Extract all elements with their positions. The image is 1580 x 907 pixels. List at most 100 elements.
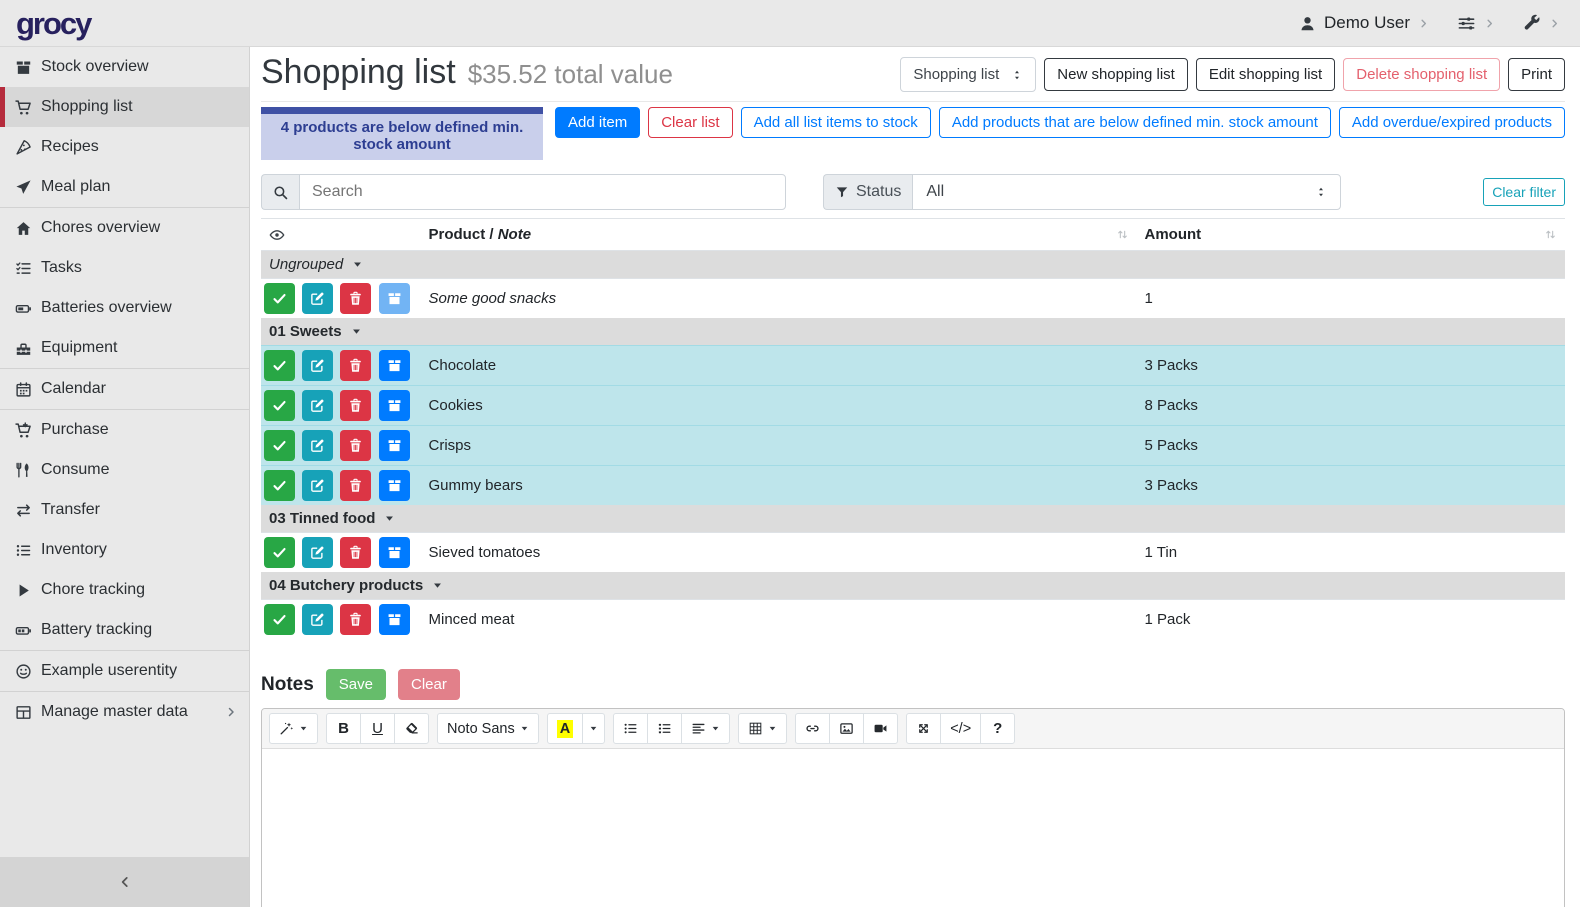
paragraph-align-button[interactable] [681,713,730,744]
caret-down-icon [589,724,598,733]
help-button[interactable]: ? [980,713,1015,744]
add-below-min-stock-button[interactable]: Add products that are below defined min.… [939,107,1331,138]
sidebar-item-transfer[interactable]: Transfer [0,490,249,530]
status-filter-select[interactable]: All [912,174,1341,210]
group-toggle[interactable]: 04 Butchery products [269,577,443,594]
sidebar-item-equipment[interactable]: Equipment [0,328,249,368]
print-button[interactable]: Print [1508,58,1565,91]
sidebar-item-chore-tracking[interactable]: Chore tracking [0,570,249,610]
add-all-to-stock-button[interactable]: Add all list items to stock [741,107,931,138]
mark-done-button[interactable] [264,283,295,314]
sidebar-item-purchase[interactable]: Purchase [0,410,249,450]
edit-item-button[interactable] [302,430,333,461]
smile-icon [15,663,32,680]
unordered-list-button[interactable] [613,713,648,744]
mark-done-button[interactable] [264,390,295,421]
search-input[interactable] [299,174,786,210]
mark-done-button[interactable] [264,430,295,461]
add-to-stock-button[interactable] [379,390,410,421]
add-to-stock-icon [387,398,402,413]
delete-item-button[interactable] [340,430,371,461]
mark-done-button[interactable] [264,604,295,635]
edit-shopping-list-button[interactable]: Edit shopping list [1196,58,1335,91]
add-item-button[interactable]: Add item [555,107,640,138]
underline-button[interactable]: U [360,713,395,744]
font-family-button[interactable]: Noto Sans [437,713,539,744]
add-to-stock-button[interactable] [379,430,410,461]
shopping-list-select-value: Shopping list [913,66,999,83]
sidebar-item-calendar[interactable]: Calendar [0,369,249,409]
mark-done-button[interactable] [264,350,295,381]
delete-item-button[interactable] [340,604,371,635]
group-toggle[interactable]: 03 Tinned food [269,510,395,527]
sidebar-item-manage-master-data[interactable]: Manage master data [0,692,249,732]
add-to-stock-button[interactable] [379,537,410,568]
add-to-stock-button[interactable] [379,470,410,501]
edit-item-button[interactable] [302,537,333,568]
edit-item-button[interactable] [302,283,333,314]
sidebar-item-shopping-list[interactable]: Shopping list [0,87,249,127]
clear-list-button[interactable]: Clear list [648,107,732,138]
sidebar-item-chores-overview[interactable]: Chores overview [0,208,249,248]
code-view-button[interactable]: </> [940,713,981,744]
sidebar-item-battery-tracking[interactable]: Battery tracking [0,610,249,650]
sidebar-item-example-userentity[interactable]: Example userentity [0,651,249,691]
insert-video-button[interactable] [863,713,898,744]
ordered-list-button[interactable] [647,713,682,744]
sidebar-item-recipes[interactable]: Recipes [0,127,249,167]
check-icon [272,478,287,493]
delete-item-button[interactable] [340,537,371,568]
column-amount-header[interactable]: Amount [1137,219,1565,251]
group-toggle[interactable]: 01 Sweets [269,323,362,340]
column-product-note-header[interactable]: Product / Note [421,219,1137,251]
sidebar-item-consume[interactable]: Consume [0,450,249,490]
insert-table-button[interactable] [738,713,787,744]
sidebar-item-stock-overview[interactable]: Stock overview [0,47,249,87]
sidebar-item-tasks[interactable]: Tasks [0,248,249,288]
column-visibility-header[interactable] [261,219,421,251]
admin-menu[interactable] [1523,14,1560,32]
group-name: 01 Sweets [269,323,342,340]
sidebar-item-batteries-overview[interactable]: Batteries overview [0,288,249,328]
insert-image-button[interactable] [829,713,864,744]
total-value: $35.52 total value [468,59,673,90]
remove-format-button[interactable] [394,713,429,744]
style-magic-button[interactable] [269,713,318,744]
column-product-label: Product [429,226,486,243]
font-color-caret-button[interactable] [582,713,605,744]
insert-link-button[interactable] [795,713,830,744]
notes-clear-button[interactable]: Clear [398,669,460,700]
shopping-list-select[interactable]: Shopping list [900,57,1036,92]
edit-item-button[interactable] [302,470,333,501]
clear-filter-button[interactable]: Clear filter [1483,178,1565,206]
fullscreen-button[interactable] [906,713,941,744]
user-menu[interactable]: Demo User [1299,13,1429,33]
delete-item-button[interactable] [340,470,371,501]
sidebar-item-inventory[interactable]: Inventory [0,530,249,570]
grocy-logo[interactable]: grocy [16,8,90,39]
delete-item-button[interactable] [340,350,371,381]
delete-shopping-list-button[interactable]: Delete shopping list [1343,58,1500,91]
font-color-button[interactable]: A [547,713,583,744]
group-toggle[interactable]: Ungrouped [269,256,363,273]
edit-item-button[interactable] [302,350,333,381]
sidebar-item-meal-plan[interactable]: Meal plan [0,167,249,207]
add-overdue-expired-button[interactable]: Add overdue/expired products [1339,107,1565,138]
bold-button[interactable]: B [326,713,361,744]
notes-edit-area[interactable] [262,749,1564,907]
trash-icon [348,545,363,560]
add-to-stock-button[interactable] [379,350,410,381]
delete-item-button[interactable] [340,283,371,314]
add-to-stock-button[interactable] [379,604,410,635]
mark-done-button[interactable] [264,537,295,568]
mark-done-button[interactable] [264,470,295,501]
edit-item-button[interactable] [302,604,333,635]
delete-item-button[interactable] [340,390,371,421]
settings-menu[interactable] [1457,14,1495,33]
sort-icon [1544,228,1557,241]
edit-item-button[interactable] [302,390,333,421]
new-shopping-list-button[interactable]: New shopping list [1044,58,1188,91]
notes-save-button[interactable]: Save [326,669,386,700]
sidebar-collapse-button[interactable] [0,857,249,907]
add-to-stock-icon [387,545,402,560]
